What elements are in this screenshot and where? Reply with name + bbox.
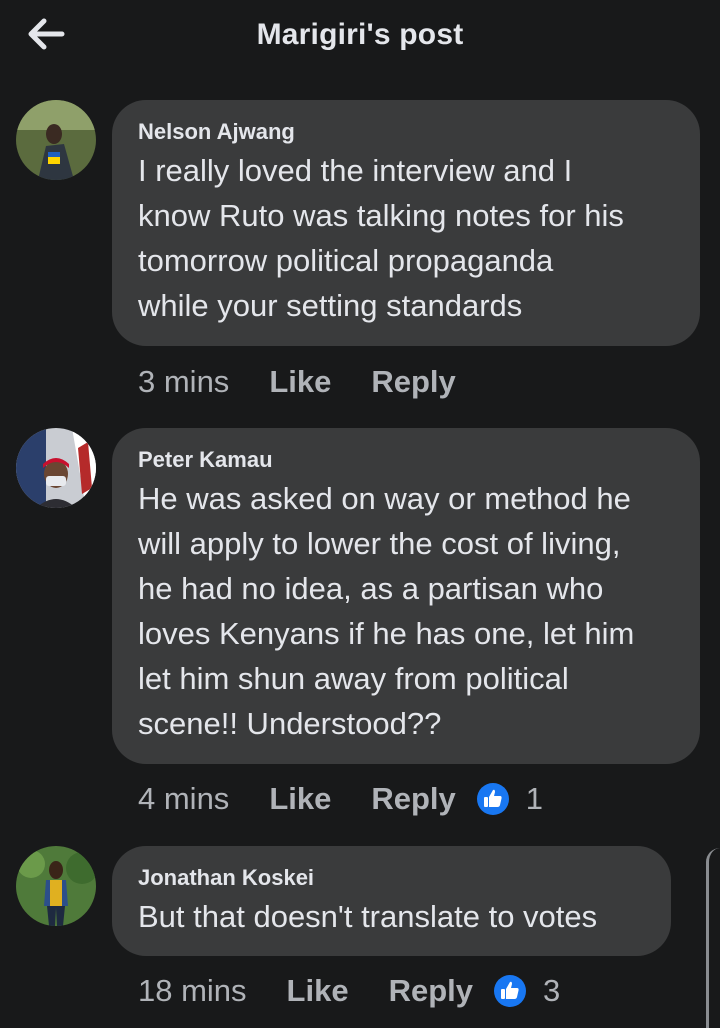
- avatar-image: [16, 846, 96, 926]
- like-reaction-icon: [494, 975, 526, 1007]
- comment-actions: 3 mins Like Reply: [138, 362, 496, 402]
- comment-actions: 18 mins Like Reply 3: [138, 971, 560, 1011]
- avatar-peter-kamau[interactable]: [16, 428, 96, 508]
- comment-text: I really loved the interview and I know …: [138, 153, 624, 323]
- comment-text: He was asked on way or method he will ap…: [138, 481, 635, 741]
- like-button[interactable]: Like: [287, 973, 349, 1009]
- reply-button[interactable]: Reply: [371, 781, 455, 817]
- comment-text: But that doesn't translate to votes: [138, 899, 598, 934]
- comment-time[interactable]: 4 mins: [138, 781, 229, 817]
- avatar-nelson-ajwang[interactable]: [16, 100, 96, 180]
- scrollbar-edge[interactable]: [706, 848, 720, 1028]
- comment-author[interactable]: Peter Kamau: [138, 446, 674, 474]
- comment-bubble[interactable]: Peter Kamau He was asked on way or metho…: [112, 428, 700, 764]
- reaction-summary[interactable]: 3: [493, 973, 560, 1009]
- like-button[interactable]: Like: [269, 781, 331, 817]
- comments-screen: Marigiri's post Nelson Ajwang I really l…: [0, 0, 720, 1028]
- comment-actions: 4 mins Like Reply 1: [138, 779, 543, 819]
- reaction-count: 3: [543, 973, 561, 1008]
- like-button[interactable]: Like: [269, 364, 331, 400]
- reaction-count: 1: [525, 781, 544, 816]
- comment-bubble[interactable]: Nelson Ajwang I really loved the intervi…: [112, 100, 700, 346]
- avatar-image: [16, 100, 96, 180]
- comment-author[interactable]: Jonathan Koskei: [138, 864, 645, 892]
- reply-button[interactable]: Reply: [389, 973, 473, 1009]
- reaction-summary[interactable]: 1: [476, 781, 543, 817]
- comment-time[interactable]: 3 mins: [138, 364, 229, 400]
- comment-author[interactable]: Nelson Ajwang: [138, 118, 674, 146]
- comment-bubble[interactable]: Jonathan Koskei But that doesn't transla…: [112, 846, 671, 956]
- avatar-image: [16, 428, 96, 508]
- header-bar: Marigiri's post: [0, 0, 720, 76]
- like-reaction-icon: [476, 783, 509, 815]
- reply-button[interactable]: Reply: [371, 364, 455, 400]
- page-title: Marigiri's post: [256, 18, 464, 51]
- avatar-jonathan-koskei[interactable]: [16, 846, 96, 926]
- comment-time[interactable]: 18 mins: [138, 973, 247, 1009]
